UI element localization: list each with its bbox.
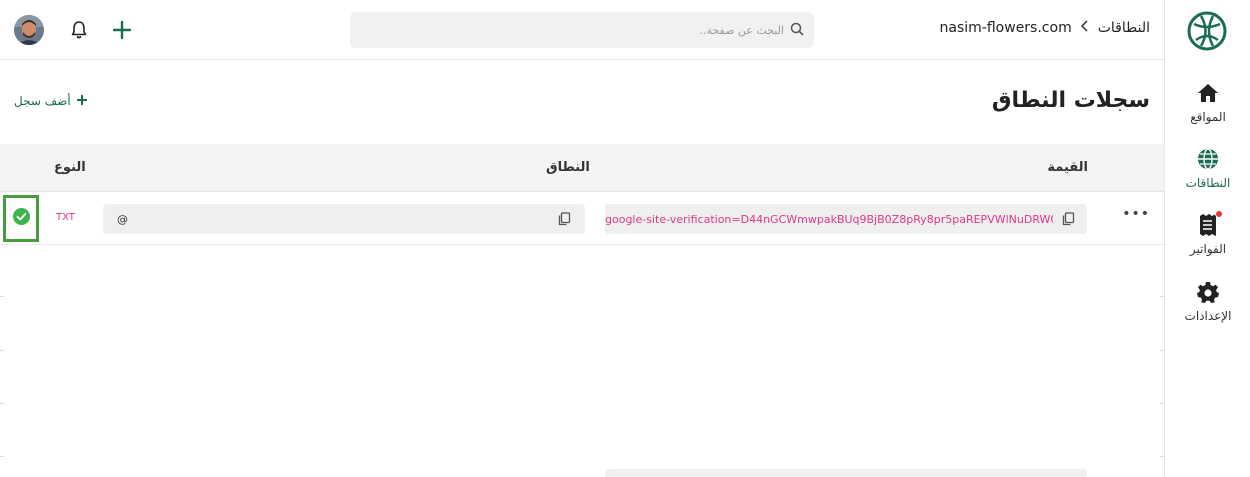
- table-header: القيمة النطاق النوع: [0, 144, 1164, 192]
- column-header-value: القيمة: [1047, 160, 1088, 175]
- chevron-left-icon: [1080, 20, 1090, 36]
- value-field[interactable]: google-site-verification=D44nGCWmwpakBUq…: [605, 204, 1087, 234]
- column-header-domain: النطاق: [546, 160, 590, 175]
- sidebar-item-label: المواقع: [1190, 110, 1226, 124]
- search-input[interactable]: [360, 23, 784, 37]
- breadcrumb: النطاقات nasim-flowers.com: [940, 20, 1150, 36]
- sidebar-item-invoices[interactable]: الفواتير: [1165, 210, 1250, 256]
- domain-value: @: [117, 212, 128, 226]
- record-value: google-site-verification=D44nGCWmwpakBUq…: [605, 212, 1053, 226]
- divider: [0, 403, 4, 404]
- sidebar-item-settings[interactable]: الإعدادات: [1165, 281, 1250, 323]
- partial-row-field: [605, 469, 1087, 477]
- divider: [1160, 403, 1164, 404]
- gear-icon: [1197, 281, 1219, 303]
- breadcrumb-root[interactable]: النطاقات: [1098, 20, 1150, 36]
- sidebar-item-domains[interactable]: النطاقات: [1165, 148, 1250, 190]
- sidebar-item-label: النطاقات: [1185, 176, 1231, 190]
- divider: [1160, 350, 1164, 351]
- notification-dot: [1215, 210, 1223, 218]
- check-circle-icon: [12, 208, 30, 229]
- divider: [1160, 296, 1164, 297]
- page-title: سجلات النطاق: [991, 88, 1150, 113]
- logo-icon[interactable]: [1186, 10, 1228, 52]
- sidebar-item-sites[interactable]: المواقع: [1165, 82, 1250, 124]
- column-header-type: النوع: [54, 160, 86, 175]
- domain-field[interactable]: @: [103, 204, 585, 234]
- globe-icon: [1197, 148, 1219, 170]
- copy-icon[interactable]: [1061, 212, 1075, 226]
- copy-icon[interactable]: [557, 212, 571, 226]
- record-type: TXT: [56, 212, 75, 223]
- more-options-icon[interactable]: •••: [1122, 206, 1150, 222]
- add-icon[interactable]: [110, 18, 134, 42]
- divider: [1160, 456, 1164, 457]
- sidebar-item-label: الفواتير: [1189, 242, 1227, 256]
- divider: [0, 296, 4, 297]
- divider: [0, 350, 4, 351]
- add-record-label: أضف سجل: [14, 94, 71, 108]
- top-bar: النطاقات nasim-flowers.com: [0, 0, 1164, 60]
- search-bar[interactable]: [350, 12, 814, 48]
- add-record-button[interactable]: أضف سجل: [14, 94, 87, 108]
- sidebar: المواقع النطاقات الفواتير الإعدادات: [1164, 0, 1250, 477]
- plus-icon: [76, 94, 87, 108]
- bell-icon[interactable]: [68, 19, 90, 41]
- top-actions: [14, 15, 132, 45]
- table-row: TXT @ google-site-verification=D44nGCWmw…: [0, 192, 1164, 245]
- divider: [0, 456, 4, 457]
- sidebar-item-label: الإعدادات: [1184, 309, 1232, 323]
- breadcrumb-current: nasim-flowers.com: [939, 20, 1072, 36]
- search-icon: [790, 21, 804, 40]
- status-cell[interactable]: [3, 195, 39, 242]
- invoice-icon: [1197, 210, 1223, 236]
- avatar[interactable]: [14, 15, 44, 45]
- home-icon: [1197, 82, 1219, 104]
